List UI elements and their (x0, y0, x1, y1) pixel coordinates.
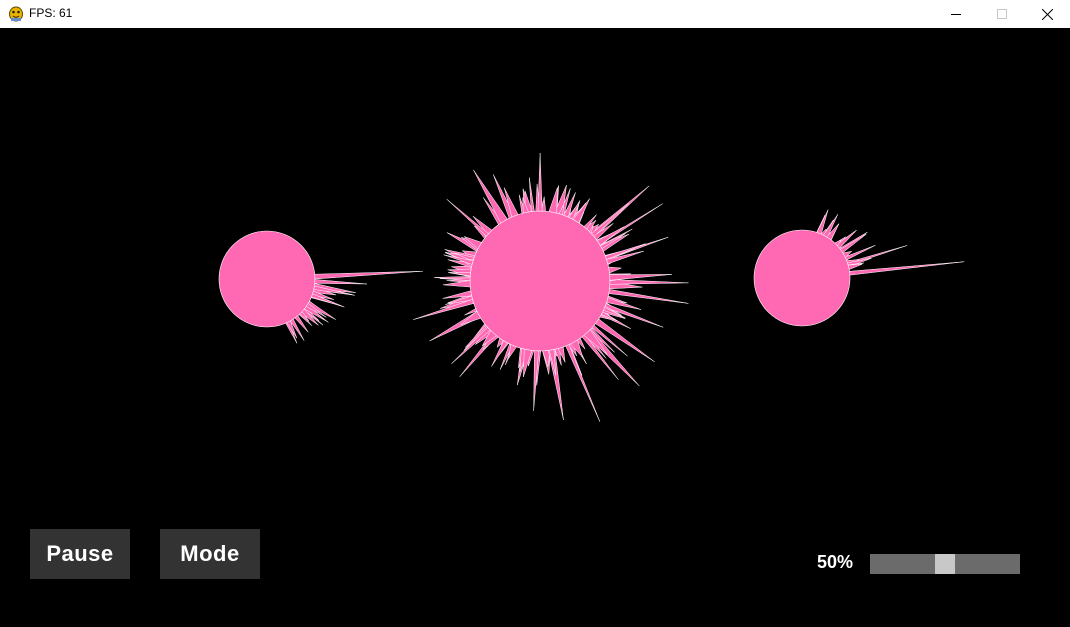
window-title: FPS: 61 (29, 6, 73, 20)
close-button[interactable] (1024, 0, 1070, 28)
minimize-icon (951, 14, 961, 15)
volume-label: 50% (816, 552, 854, 572)
visualizer-canvas: Pause Mode 50% (0, 28, 1070, 627)
title-bar[interactable]: FPS: 61 (0, 0, 1070, 28)
pygame-snake-icon (8, 5, 24, 22)
close-icon (1041, 8, 1053, 20)
minimize-button[interactable] (933, 0, 979, 28)
volume-slider[interactable] (870, 554, 1020, 574)
volume-slider-handle[interactable] (935, 554, 955, 574)
pause-button[interactable]: Pause (30, 529, 130, 579)
left-spiky-blob (218, 230, 423, 344)
mode-button[interactable]: Mode (160, 529, 260, 579)
right-spiky-blob (753, 209, 965, 327)
maximize-icon (997, 9, 1007, 19)
maximize-button[interactable] (979, 0, 1025, 28)
center-spiky-blob (413, 152, 689, 422)
